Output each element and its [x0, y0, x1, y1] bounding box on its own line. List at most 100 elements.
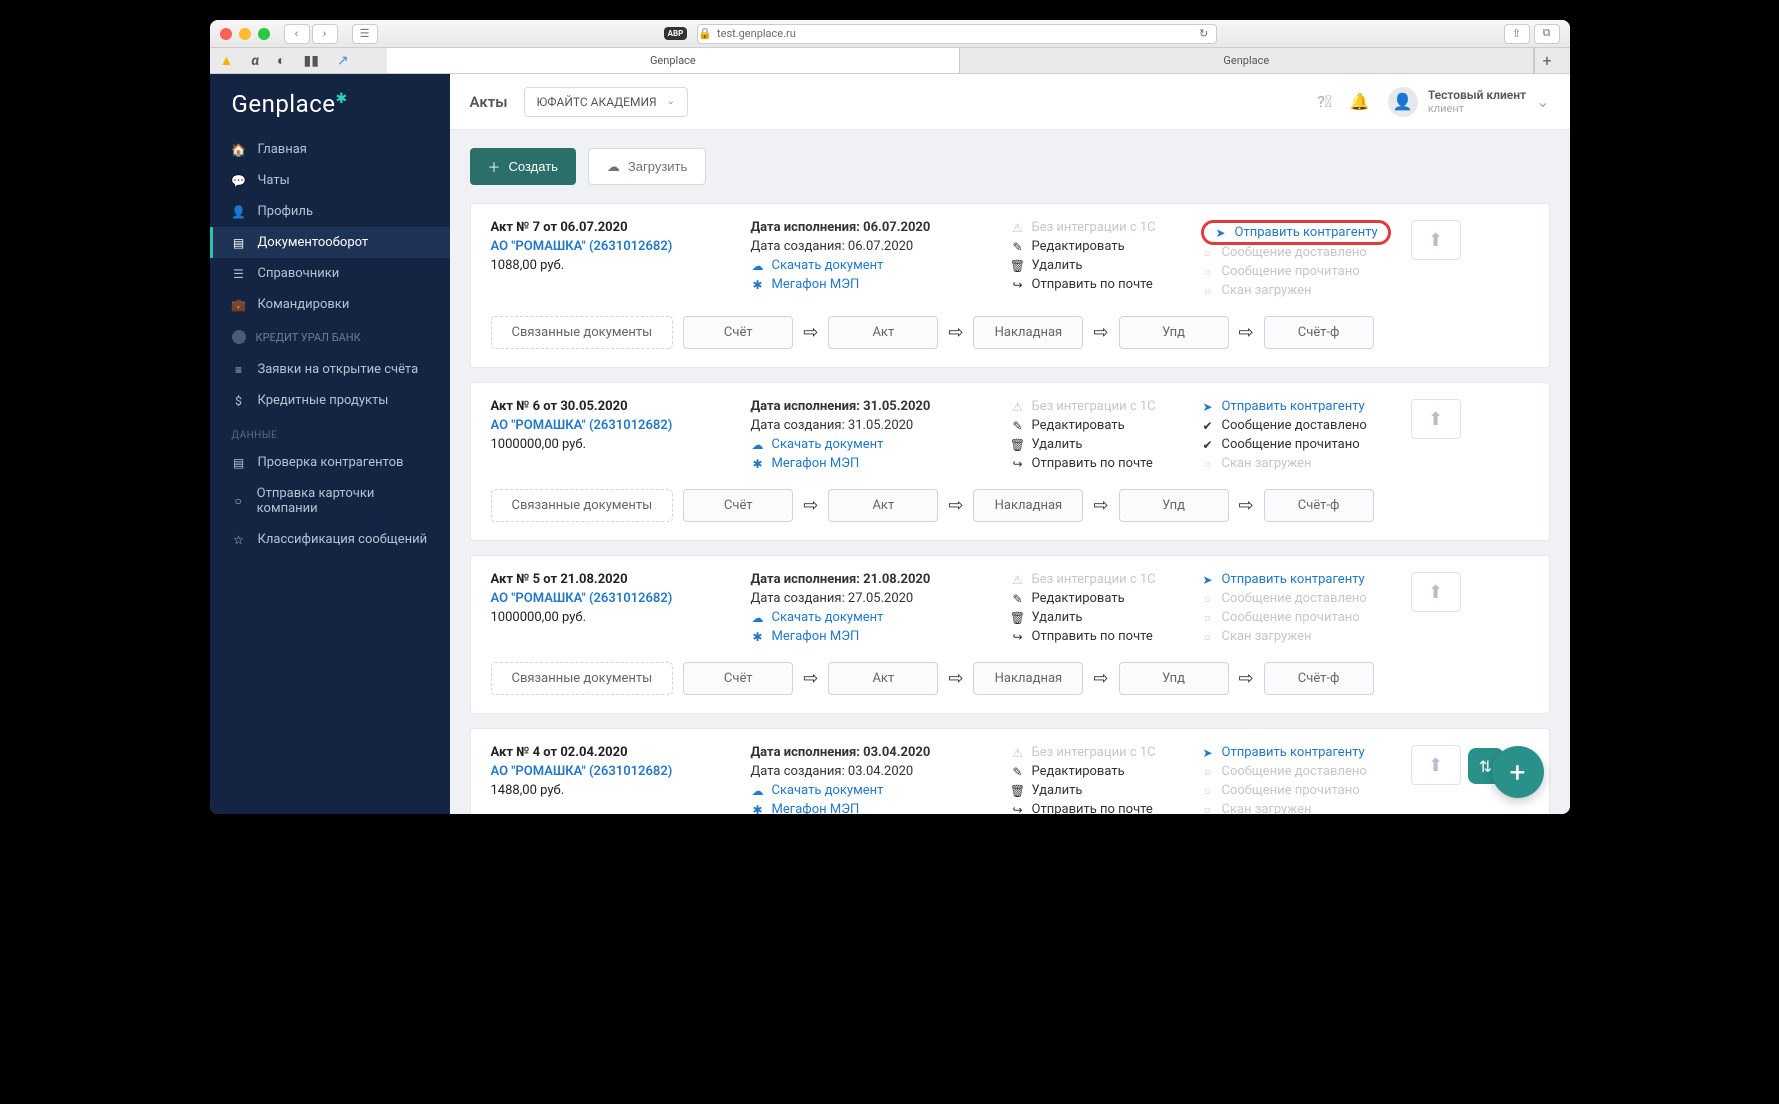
maximize-icon[interactable] — [258, 28, 270, 40]
warning-icon: ⚠ — [1011, 573, 1025, 587]
upload-scan-box[interactable]: ⬆ — [1411, 399, 1461, 439]
edit-link[interactable]: ✎Редактировать — [1011, 239, 1191, 254]
megafon-link[interactable]: ✱Мегафон МЭП — [751, 802, 1001, 814]
close-icon[interactable] — [220, 28, 232, 40]
delete-link[interactable]: 🗑Удалить — [1011, 783, 1191, 798]
tabs-button[interactable]: ⧉ — [1534, 24, 1560, 44]
circle-icon: ○ — [1201, 611, 1215, 625]
flow-upd[interactable]: Упд — [1119, 316, 1229, 349]
bookmark-icon[interactable]: ▮▮ — [303, 53, 318, 69]
adblock-icon[interactable]: ABP — [664, 27, 688, 40]
sidebar-item-classify[interactable]: ☆Классификация сообщений — [210, 524, 450, 555]
sidebar-item-trips[interactable]: 💼Командировки — [210, 289, 450, 320]
org-selector[interactable]: ЮФАЙТС АКАДЕМИЯ ⌄ — [524, 87, 689, 117]
download-doc-link[interactable]: ☁Скачать документ — [751, 783, 1001, 798]
flow-act[interactable]: Акт — [828, 662, 938, 695]
send-counterparty-link[interactable]: ➤Отправить контрагенту — [1201, 745, 1401, 760]
related-docs-pill[interactable]: Связанные документы — [491, 316, 674, 349]
send-counterparty-highlight[interactable]: ➤Отправить контрагенту — [1201, 220, 1391, 245]
flow-sf[interactable]: Счёт-ф — [1264, 662, 1374, 695]
flow-waybill[interactable]: Накладная — [973, 316, 1083, 349]
status-scan: ○Скан загружен — [1201, 283, 1401, 298]
send-counterparty-link[interactable]: ➤Отправить контрагенту — [1201, 572, 1401, 587]
flow-invoice[interactable]: Счёт — [683, 316, 793, 349]
refresh-icon[interactable]: ↻ — [1199, 27, 1208, 40]
upload-scan-box[interactable]: ⬆ — [1411, 572, 1461, 612]
bookmark-icon[interactable]: α — [251, 53, 259, 69]
flow-upd[interactable]: Упд — [1119, 489, 1229, 522]
edit-link[interactable]: ✎Редактировать — [1011, 418, 1191, 433]
sidebar-item-chats[interactable]: 💬Чаты — [210, 165, 450, 196]
flow-upd[interactable]: Упд — [1119, 662, 1229, 695]
sidebar-item-sendcard[interactable]: ○Отправка карточки компании — [210, 478, 450, 524]
sidebar-item-credit[interactable]: $Кредитные продукты — [210, 385, 450, 416]
send-mail-link[interactable]: ↪Отправить по почте — [1011, 456, 1191, 471]
minimize-icon[interactable] — [239, 28, 251, 40]
user-menu[interactable]: 👤 Тестовый клиент клиент ⌄ — [1388, 87, 1550, 117]
act-sum: 1088,00 руб. — [491, 258, 741, 273]
flow-act[interactable]: Акт — [828, 489, 938, 522]
download-doc-link[interactable]: ☁Скачать документ — [751, 258, 1001, 273]
status-scan: ○Скан загружен — [1201, 629, 1401, 644]
browser-tab[interactable]: Genplace — [960, 48, 1533, 73]
flow-sf[interactable]: Счёт-ф — [1264, 316, 1374, 349]
address-bar[interactable]: 🔒 test.genplace.ru ↻ — [697, 24, 1217, 44]
delete-link[interactable]: 🗑Удалить — [1011, 610, 1191, 625]
fab-add-button[interactable]: + — [1492, 746, 1544, 798]
logo[interactable]: Genplace✱ — [210, 74, 450, 134]
browser-tab[interactable]: Genplace — [387, 48, 960, 73]
download-doc-link[interactable]: ☁Скачать документ — [751, 610, 1001, 625]
sidebar-item-home[interactable]: 🏠Главная — [210, 134, 450, 165]
sidebar-item-docs[interactable]: ▤Документооборот — [210, 227, 450, 258]
megafon-link[interactable]: ✱Мегафон МЭП — [751, 277, 1001, 292]
sidebar-item-accounts[interactable]: ≡Заявки на открытие счёта — [210, 354, 450, 385]
delete-link[interactable]: 🗑Удалить — [1011, 258, 1191, 273]
flow-invoice[interactable]: Счёт — [683, 489, 793, 522]
megafon-link[interactable]: ✱Мегафон МЭП — [751, 629, 1001, 644]
share-button[interactable]: ⇧ — [1504, 24, 1530, 44]
edit-link[interactable]: ✎Редактировать — [1011, 591, 1191, 606]
show-sidebar-button[interactable]: ☰ — [352, 24, 378, 44]
related-docs-pill[interactable]: Связанные документы — [491, 489, 674, 522]
upload-scan-box[interactable]: ⬆ — [1411, 745, 1461, 785]
sidebar-item-profile[interactable]: 👤Профиль — [210, 196, 450, 227]
company-link[interactable]: АО "РОМАШКА" (2631012682) — [491, 591, 741, 606]
forward-button[interactable]: › — [312, 24, 338, 44]
send-mail-link[interactable]: ↪Отправить по почте — [1011, 629, 1191, 644]
company-link[interactable]: АО "РОМАШКА" (2631012682) — [491, 239, 741, 254]
edit-link[interactable]: ✎Редактировать — [1011, 764, 1191, 779]
bell-icon[interactable]: 🔔 — [1350, 92, 1370, 111]
flow-invoice[interactable]: Счёт — [683, 662, 793, 695]
company-link[interactable]: АО "РОМАШКА" (2631012682) — [491, 418, 741, 433]
send-mail-link[interactable]: ↪Отправить по почте — [1011, 802, 1191, 814]
help-icon[interactable]: ?⃝ — [1317, 92, 1332, 111]
create-button[interactable]: ＋Создать — [470, 148, 576, 185]
company-link[interactable]: АО "РОМАШКА" (2631012682) — [491, 764, 741, 779]
send-counterparty-link[interactable]: ➤Отправить контрагенту — [1201, 399, 1401, 414]
back-button[interactable]: ‹ — [284, 24, 310, 44]
upload-button[interactable]: ☁Загрузить — [588, 148, 706, 185]
status-delivered: ○Сообщение доставлено — [1201, 591, 1401, 606]
bookmark-icon[interactable]: ↗ — [337, 53, 349, 69]
megafon-link[interactable]: ✱Мегафон МЭП — [751, 456, 1001, 471]
delete-link[interactable]: 🗑Удалить — [1011, 437, 1191, 452]
no-integration: ⚠Без интеграции с 1С — [1011, 572, 1191, 587]
create-date: Дата создания: 31.05.2020 — [751, 418, 1001, 433]
download-doc-link[interactable]: ☁Скачать документ — [751, 437, 1001, 452]
send-mail-link[interactable]: ↪Отправить по почте — [1011, 277, 1191, 292]
flow-act[interactable]: Акт — [828, 316, 938, 349]
flow-waybill[interactable]: Накладная — [973, 489, 1083, 522]
new-tab-button[interactable]: + — [1534, 48, 1560, 73]
flow-waybill[interactable]: Накладная — [973, 662, 1083, 695]
sidebar-item-refs[interactable]: ☰Справочники — [210, 258, 450, 289]
upload-scan-box[interactable]: ⬆ — [1411, 220, 1461, 260]
bookmark-icon[interactable]: ▲ — [220, 52, 234, 69]
arrow-icon: ⇨ — [1239, 668, 1254, 689]
bookmark-icon[interactable]: ◐ — [277, 52, 285, 69]
exec-date: Дата исполнения: 03.04.2020 — [751, 745, 1001, 760]
send-icon: ➤ — [1214, 226, 1228, 240]
sidebar-item-check[interactable]: ▤Проверка контрагентов — [210, 447, 450, 478]
related-docs-pill[interactable]: Связанные документы — [491, 662, 674, 695]
circle-icon: ○ — [1201, 246, 1215, 260]
flow-sf[interactable]: Счёт-ф — [1264, 489, 1374, 522]
